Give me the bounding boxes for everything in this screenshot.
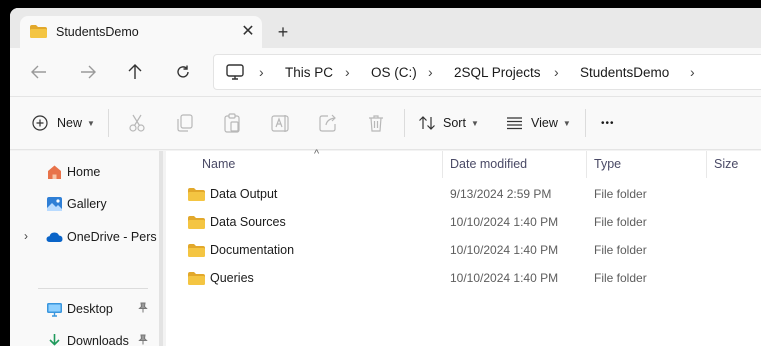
file-date-modified: 10/10/2024 1:40 PM — [450, 271, 559, 285]
forward-arrow-icon[interactable] — [76, 60, 100, 84]
address-bar[interactable]: › This PC › OS (C:) › 2SQL Projects › St… — [213, 54, 761, 90]
file-name: Queries — [210, 271, 254, 285]
table-row[interactable]: Data Output 9/13/2024 2:59 PM File folde… — [166, 181, 761, 209]
breadcrumb-chevron-icon[interactable]: › — [259, 64, 264, 80]
pin-icon[interactable] — [138, 302, 148, 316]
sort-button[interactable]: Sort ▼ — [418, 111, 479, 135]
table-row[interactable]: Documentation 10/10/2024 1:40 PM File fo… — [166, 237, 761, 265]
downloads-icon — [49, 334, 60, 346]
nav-item-onedrive[interactable]: › OneDrive - Pers — [10, 224, 160, 250]
chevron-down-icon: ▼ — [470, 118, 479, 128]
view-label: View — [531, 116, 558, 130]
new-label: New — [57, 116, 83, 130]
folder-icon — [188, 244, 205, 257]
command-bar: New ▼ Sort ▼ View ▼ ••• — [10, 96, 761, 150]
tab-studentsdemo[interactable]: StudentsDemo ✕ — [20, 16, 262, 48]
divider — [38, 288, 148, 289]
chevron-down-icon: ▼ — [562, 118, 571, 128]
refresh-icon[interactable] — [171, 60, 195, 84]
sort-ascending-icon: ^ — [314, 148, 320, 160]
file-list: ^ Name Date modified Type Size Data Outp… — [166, 148, 761, 346]
more-options-icon: ••• — [601, 117, 615, 129]
new-tab-button[interactable]: + — [272, 21, 294, 43]
nav-pane-scrollbar[interactable] — [159, 151, 163, 346]
back-arrow-icon[interactable] — [27, 60, 51, 84]
column-header-type[interactable]: Type — [594, 157, 621, 171]
column-header-name[interactable]: Name — [202, 157, 235, 171]
breadcrumb-chevron-icon[interactable]: › — [690, 64, 695, 80]
view-lines-icon — [507, 117, 522, 130]
navigation-bar: › This PC › OS (C:) › 2SQL Projects › St… — [10, 48, 761, 96]
file-date-modified: 10/10/2024 1:40 PM — [450, 243, 559, 257]
nav-item-downloads[interactable]: Downloads — [10, 328, 160, 346]
nav-item-gallery[interactable]: Gallery — [10, 191, 160, 217]
breadcrumb-chevron-icon[interactable]: › — [345, 64, 350, 80]
breadcrumb-2sql-projects[interactable]: 2SQL Projects — [454, 65, 541, 80]
cut-icon[interactable] — [126, 112, 148, 134]
new-button[interactable]: New ▼ — [32, 111, 95, 135]
nav-label: Gallery — [67, 197, 107, 211]
tab-strip: StudentsDemo ✕ + — [10, 8, 761, 48]
delete-icon[interactable] — [365, 112, 387, 134]
column-divider[interactable] — [586, 151, 587, 178]
file-name: Data Output — [210, 187, 278, 201]
share-icon[interactable] — [317, 112, 339, 134]
plus-circle-icon — [32, 115, 48, 131]
navigation-pane: Home Gallery › OneDrive - Pers Desktop D… — [10, 151, 162, 346]
nav-label: Home — [67, 165, 101, 179]
up-arrow-icon[interactable] — [123, 60, 147, 84]
chevron-down-icon: ▼ — [87, 118, 95, 128]
column-divider[interactable] — [442, 151, 443, 178]
column-header-date-modified[interactable]: Date modified — [450, 157, 527, 171]
close-icon[interactable]: ✕ — [238, 21, 258, 41]
divider — [585, 109, 586, 137]
nav-item-desktop[interactable]: Desktop — [10, 296, 160, 322]
more-options-button[interactable]: ••• — [601, 111, 615, 135]
folder-icon — [30, 25, 47, 38]
file-date-modified: 9/13/2024 2:59 PM — [450, 187, 552, 201]
file-type: File folder — [594, 215, 647, 229]
home-icon — [48, 165, 61, 179]
gallery-icon — [47, 197, 62, 211]
file-explorer-window: StudentsDemo ✕ + › This PC › OS (C:) › 2… — [10, 8, 761, 346]
breadcrumb-this-pc[interactable]: This PC — [285, 65, 333, 80]
file-type: File folder — [594, 187, 647, 201]
divider — [404, 109, 405, 137]
rename-icon[interactable] — [269, 112, 291, 134]
chevron-right-icon[interactable]: › — [24, 229, 28, 243]
file-date-modified: 10/10/2024 1:40 PM — [450, 215, 559, 229]
breadcrumb-studentsdemo[interactable]: StudentsDemo — [580, 65, 669, 80]
copy-icon[interactable] — [174, 112, 196, 134]
file-type: File folder — [594, 243, 647, 257]
table-row[interactable]: Queries 10/10/2024 1:40 PM File folder — [166, 265, 761, 293]
desktop-icon — [47, 303, 62, 317]
nav-label: OneDrive - Pers — [67, 230, 157, 244]
paste-icon[interactable] — [221, 112, 243, 134]
file-name: Data Sources — [210, 215, 286, 229]
folder-icon — [188, 216, 205, 229]
view-button[interactable]: View ▼ — [506, 111, 571, 135]
folder-icon — [188, 272, 205, 285]
sort-icon — [419, 116, 435, 130]
pin-icon[interactable] — [138, 334, 148, 346]
this-pc-icon — [226, 64, 244, 80]
column-header-size[interactable]: Size — [714, 157, 738, 171]
tab-title: StudentsDemo — [56, 25, 139, 39]
nav-item-home[interactable]: Home — [10, 159, 160, 185]
nav-label: Desktop — [67, 302, 113, 316]
file-name: Documentation — [210, 243, 295, 257]
breadcrumb-chevron-icon[interactable]: › — [554, 64, 559, 80]
file-type: File folder — [594, 271, 647, 285]
column-divider[interactable] — [706, 151, 707, 178]
breadcrumb-chevron-icon[interactable]: › — [428, 64, 433, 80]
onedrive-cloud-icon — [46, 232, 63, 242]
table-row[interactable]: Data Sources 10/10/2024 1:40 PM File fol… — [166, 209, 761, 237]
sort-label: Sort — [443, 116, 466, 130]
divider — [108, 109, 109, 137]
nav-label: Downloads — [67, 334, 129, 346]
breadcrumb-os-c[interactable]: OS (C:) — [371, 65, 417, 80]
folder-icon — [188, 188, 205, 201]
